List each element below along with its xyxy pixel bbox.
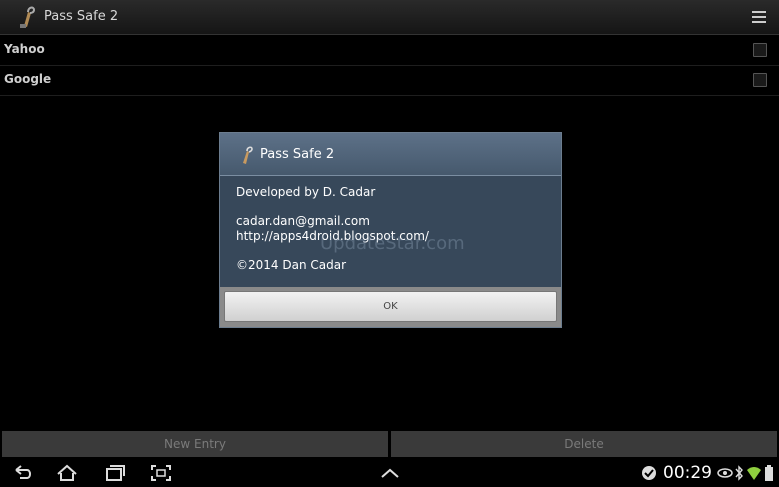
dialog-title: Pass Safe 2 [260, 147, 335, 162]
dialog-header: Pass Safe 2 [220, 133, 561, 176]
list-item[interactable]: Google [0, 65, 779, 96]
bluetooth-icon [735, 465, 743, 481]
developer-text: Developed by D. Cadar [236, 185, 376, 199]
dialog-body: Developed by D. Cadar cadar.dan@gmail.co… [236, 185, 429, 273]
chevron-up-icon[interactable] [379, 464, 401, 482]
new-entry-button[interactable]: New Entry [2, 431, 388, 457]
wifi-icon [747, 467, 761, 480]
app-icon [20, 6, 36, 28]
action-bar: Pass Safe 2 [0, 0, 779, 35]
back-icon[interactable] [12, 464, 34, 482]
list-item[interactable]: Yahoo [0, 35, 779, 66]
list-item-label: Google [4, 72, 52, 86]
battery-icon [765, 465, 773, 481]
notification-icon[interactable] [640, 464, 658, 482]
watermark: UpdateStar.com [320, 233, 465, 254]
list-item-label: Yahoo [4, 42, 45, 56]
delete-button[interactable]: Delete [391, 431, 777, 457]
list-item-checkbox[interactable] [753, 43, 767, 57]
screenshot-icon[interactable] [150, 464, 172, 482]
overflow-menu-icon[interactable] [751, 9, 767, 25]
eye-icon [717, 468, 733, 478]
copyright-text: ©2014 Dan Cadar [236, 258, 347, 272]
dialog-button-bar: OK [220, 287, 561, 327]
system-bar: 00:29 [0, 459, 779, 487]
ok-button[interactable]: OK [224, 291, 557, 322]
home-icon[interactable] [56, 464, 78, 482]
app-title: Pass Safe 2 [44, 9, 119, 24]
dialog-app-icon [243, 146, 253, 164]
email-text: cadar.dan@gmail.com [236, 214, 370, 228]
bottom-button-bar: New Entry Delete [0, 430, 779, 458]
list-item-checkbox[interactable] [753, 73, 767, 87]
clock: 00:29 [663, 463, 712, 483]
recent-apps-icon[interactable] [104, 464, 126, 482]
about-dialog: Pass Safe 2 Developed by D. Cadar cadar.… [219, 132, 562, 328]
